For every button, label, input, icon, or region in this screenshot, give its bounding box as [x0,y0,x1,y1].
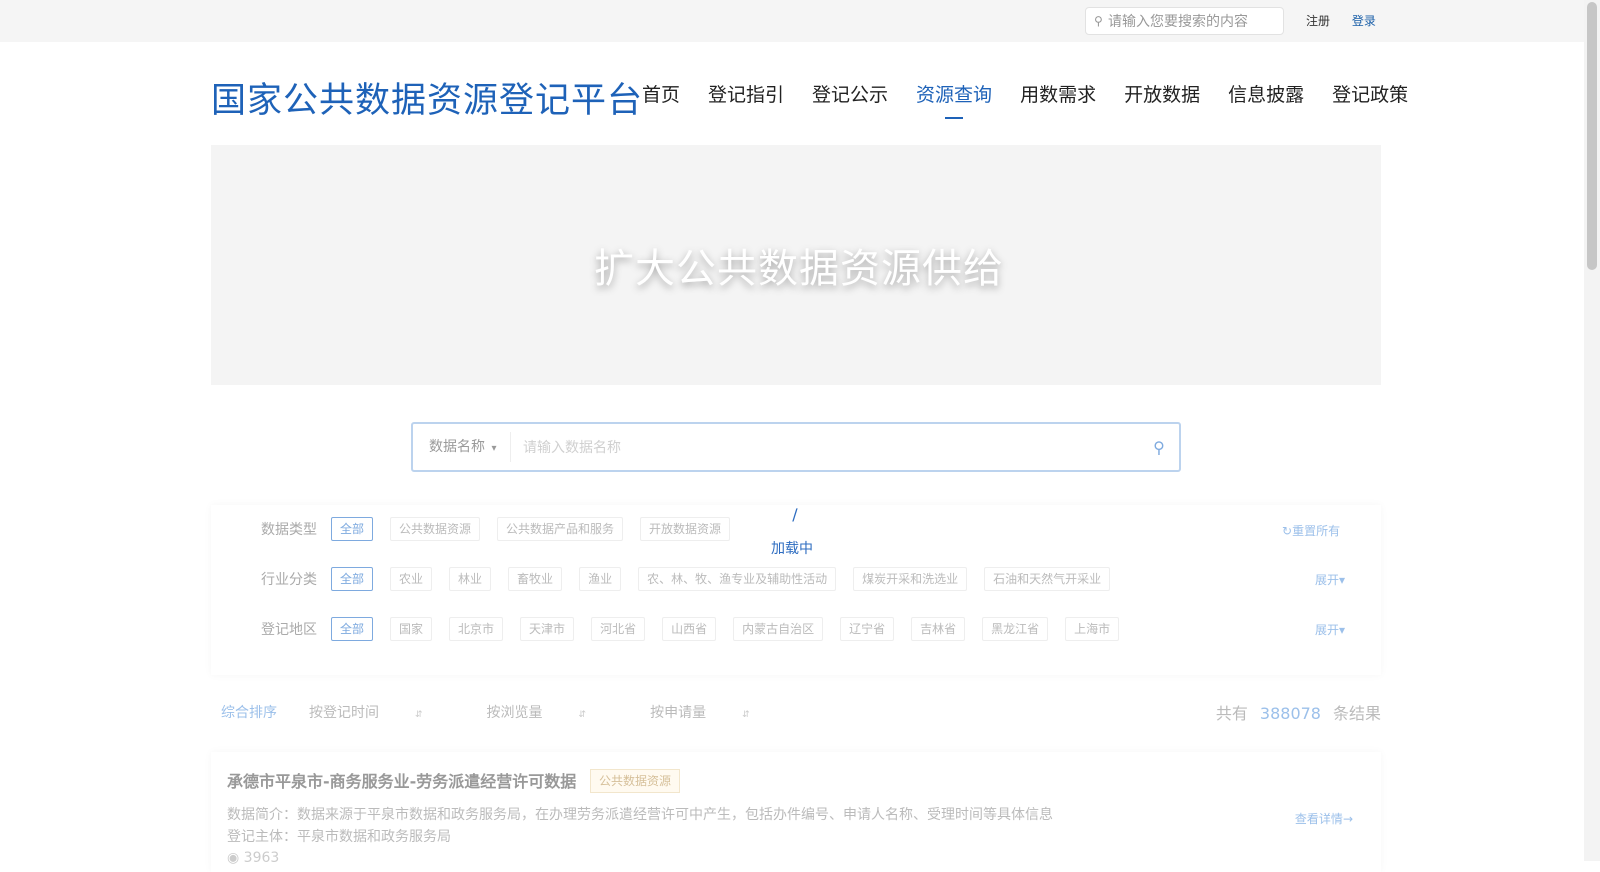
nav-item-data-demand[interactable]: 用数需求 [1020,80,1096,107]
sort-by-time[interactable]: 按登记时间 ⇵ [309,702,455,722]
register-link[interactable]: 注册 [1306,12,1330,29]
result-number: 388078 [1259,704,1321,723]
top-bar: ⚲ 请输入您要搜索的内容 注册 登录 [0,0,1600,42]
reset-label: 重置所有 [1292,524,1341,538]
loading-indicator: ∕ 加载中 [771,505,815,558]
reset-all-button[interactable]: ↻重置所有 [1282,522,1340,539]
hero-banner: 扩大公共数据资源供给 [211,145,1381,385]
result-views: ◉ 3963 [227,850,279,866]
page-scrollbar[interactable] [1584,0,1600,861]
filter-row-data-type: 数据类型 全部 公共数据资源 公共数据产品和服务 开放数据资源 [261,517,747,541]
views-count: 3963 [243,850,280,866]
result-owner: 登记主体：平泉市数据和政务服务局 [227,829,451,845]
banner-title: 扩大公共数据资源供给 [594,246,1004,292]
expand-region-button[interactable]: 展开▾ [1315,621,1345,638]
filter-chip[interactable]: 开放数据资源 [640,517,731,541]
nav-item-policy[interactable]: 登记政策 [1332,80,1408,107]
chevron-down-icon: ▾ [1339,573,1346,587]
filter-chip[interactable]: 煤炭开采和洗选业 [853,567,968,591]
result-title[interactable]: 承德市平泉市-商务服务业-劳务派遣经营许可数据 [227,768,576,792]
filter-chip[interactable]: 渔业 [579,567,622,591]
filter-chip[interactable]: 全部 [331,617,374,641]
data-search-box: 数据名称 ▾ ⚲ [411,422,1181,472]
sort-by-views[interactable]: 按浏览量 ⇵ [487,702,619,722]
view-details-link[interactable]: 查看详情→ [1295,810,1353,827]
main-nav: 首页 登记指引 登记公示 资源查询 用数需求 开放数据 信息披露 登记政策 [642,80,1436,119]
nav-item-home[interactable]: 首页 [642,80,680,107]
result-count: 共有 388078 条结果 [1216,700,1381,724]
expand-label: 展开 [1315,623,1340,637]
search-icon: ⚲ [1094,14,1103,28]
filter-chip[interactable]: 全部 [331,517,374,541]
nav-item-guide[interactable]: 登记指引 [708,80,784,107]
sort-label: 按浏览量 [486,705,543,721]
filter-chip[interactable]: 石油和天然气开采业 [984,567,1111,591]
filter-label: 登记地区 [261,622,317,638]
loading-text: 加载中 [771,541,813,557]
filter-chip[interactable]: 吉林省 [911,617,966,641]
sort-arrows-icon: ⇵ [742,710,750,720]
result-card: 承德市平泉市-商务服务业-劳务派遣经营许可数据 公共数据资源 数据简介：数据来源… [211,752,1381,872]
sort-by-applications[interactable]: 按申请量 ⇵ [650,702,782,722]
filter-chip[interactable]: 天津市 [520,617,575,641]
filter-chip[interactable]: 辽宁省 [840,617,895,641]
eye-icon: ◉ [227,850,240,866]
search-field-label: 数据名称 [429,439,485,455]
sort-arrows-icon: ⇵ [578,710,587,720]
filter-chip[interactable]: 上海市 [1065,617,1120,641]
scrollbar-thumb[interactable] [1587,2,1597,270]
nav-item-disclosure[interactable]: 信息披露 [1228,80,1304,107]
filter-row-industry: 行业分类 全部 农业 林业 畜牧业 渔业 农、林、牧、渔专业及辅助性活动 煤炭开… [261,567,1127,591]
filter-chip[interactable]: 公共数据资源 [390,517,481,541]
site-search-input[interactable]: ⚲ 请输入您要搜索的内容 [1085,7,1284,35]
filter-chip[interactable]: 全部 [331,567,374,591]
filter-chip[interactable]: 黑龙江省 [982,617,1049,641]
search-field-select[interactable]: 数据名称 ▾ [413,432,511,462]
result-prefix: 共有 [1215,704,1248,723]
filter-chip[interactable]: 山西省 [662,617,717,641]
filter-chip[interactable]: 国家 [390,617,433,641]
chevron-down-icon: ▾ [1339,623,1346,637]
refresh-icon: ↻ [1282,524,1293,538]
expand-industry-button[interactable]: 展开▾ [1315,571,1345,588]
spinner-icon: ∕ [792,505,798,524]
filter-chip[interactable]: 北京市 [449,617,504,641]
nav-item-announcement[interactable]: 登记公示 [812,80,888,107]
filter-chip[interactable]: 畜牧业 [508,567,563,591]
nav-item-open-data[interactable]: 开放数据 [1124,80,1200,107]
filter-chip[interactable]: 林业 [449,567,492,591]
site-logo[interactable]: 国家公共数据资源登记平台 [211,72,643,123]
filter-label: 行业分类 [261,572,317,588]
site-search-placeholder: 请输入您要搜索的内容 [1108,14,1248,30]
expand-label: 展开 [1315,573,1340,587]
sort-arrows-icon: ⇵ [415,710,423,720]
filter-label: 数据类型 [261,522,317,538]
arrow-right-icon: → [1342,812,1353,826]
view-details-label: 查看详情 [1294,812,1343,826]
sort-label: 按登记时间 [309,705,379,721]
result-type-badge: 公共数据资源 [590,769,681,793]
chevron-down-icon: ▾ [491,443,497,454]
search-submit-icon[interactable]: ⚲ [1139,438,1179,457]
result-suffix: 条结果 [1332,704,1381,723]
sort-label: 按申请量 [650,705,707,721]
sort-comprehensive[interactable]: 综合排序 [221,702,277,722]
filter-chip[interactable]: 河北省 [591,617,646,641]
filter-chip[interactable]: 内蒙古自治区 [733,617,824,641]
nav-item-resource-query[interactable]: 资源查询 [916,80,992,119]
sort-bar: 综合排序 按登记时间 ⇵ 按浏览量 ⇵ 按申请量 ⇵ [221,702,814,722]
filter-chip[interactable]: 农业 [390,567,433,591]
filter-chip[interactable]: 公共数据产品和服务 [497,517,624,541]
filter-chip[interactable]: 农、林、牧、渔专业及辅助性活动 [638,567,837,591]
filter-row-region: 登记地区 全部 国家 北京市 天津市 河北省 山西省 内蒙古自治区 辽宁省 吉林… [261,617,1136,641]
result-description: 数据简介：数据来源于平泉市数据和政务服务局，在办理劳务派遣经营许可中产生，包括办… [227,807,1053,823]
login-link[interactable]: 登录 [1352,12,1376,29]
data-name-input[interactable] [511,438,1139,456]
